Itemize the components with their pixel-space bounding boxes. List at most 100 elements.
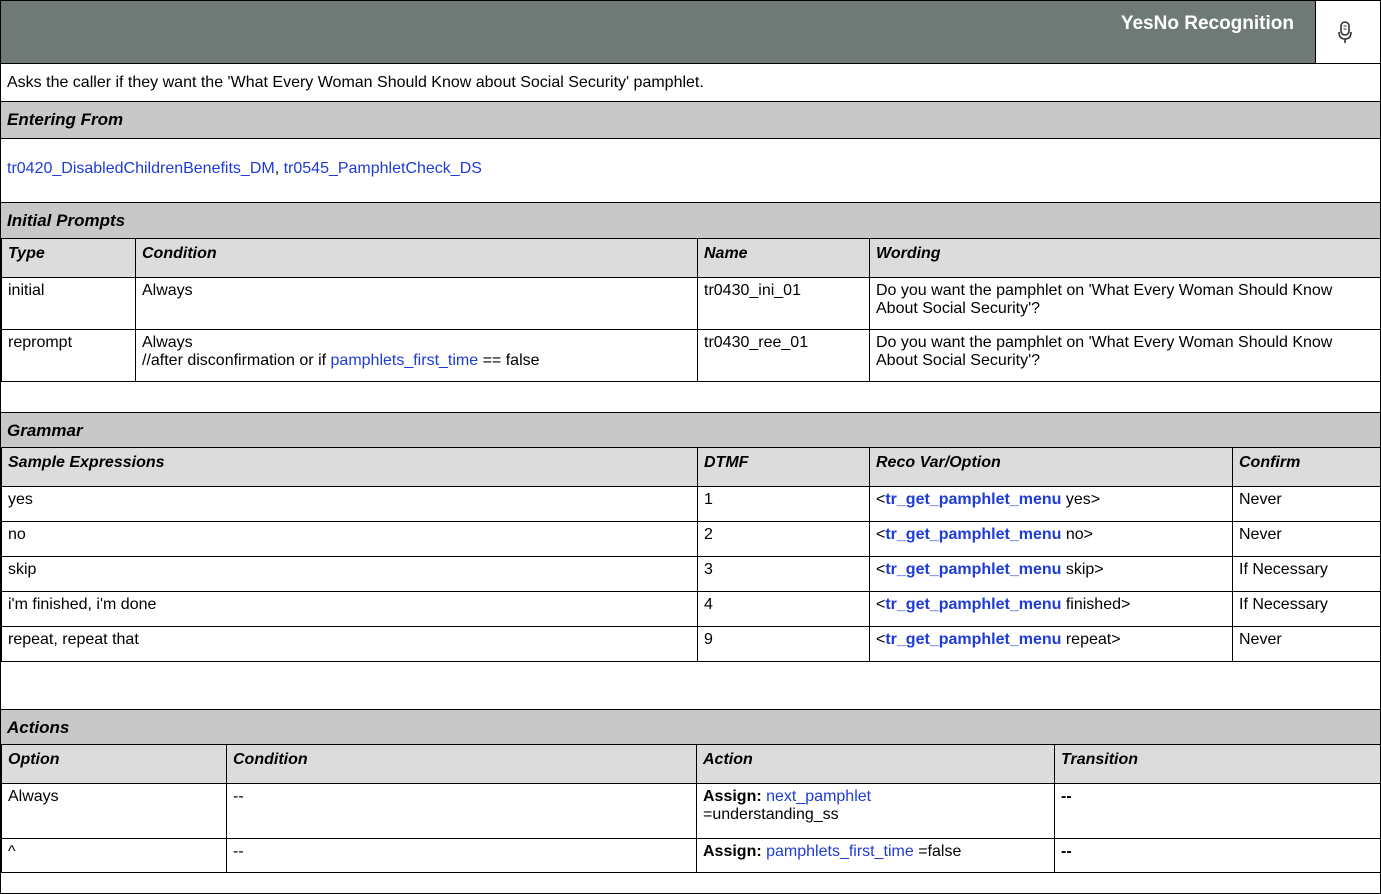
action-assign: Assign: pamphlets_first_time =false xyxy=(696,838,1055,873)
sample-expression: repeat, repeat that xyxy=(1,626,698,662)
reco-option: <tr_get_pamphlet_menu repeat> xyxy=(869,626,1233,662)
dtmf-key: 2 xyxy=(697,521,870,557)
sample-expression: yes xyxy=(1,486,698,522)
column-header: Name xyxy=(697,238,870,278)
column-header: Option xyxy=(1,744,227,784)
table-row: ^ -- Assign: pamphlets_first_time =false… xyxy=(1,838,1380,873)
option-value: yes> xyxy=(1065,491,1101,508)
column-header: Condition xyxy=(135,238,698,278)
assign-variable-link[interactable]: next_pamphlet xyxy=(766,788,871,805)
assign-label: Assign: xyxy=(703,843,762,860)
dtmf-key: 1 xyxy=(697,486,870,522)
table-row: repeat, repeat that 9 <tr_get_pamphlet_m… xyxy=(1,626,1380,662)
prompt-wording: Do you want the pamphlet on 'What Every … xyxy=(869,277,1380,330)
table-row: yes 1 <tr_get_pamphlet_menu yes> Never xyxy=(1,486,1380,522)
assign-value: =false xyxy=(913,843,962,860)
dtmf-key: 4 xyxy=(697,591,870,627)
confirm-value: If Necessary xyxy=(1232,556,1380,592)
table-header-row: Option Condition Action Transition xyxy=(1,744,1380,784)
grammar-heading: Grammar xyxy=(7,421,83,440)
initial-prompts-table: Type Condition Name Wording initial Alwa… xyxy=(1,238,1380,382)
sample-expression: no xyxy=(1,521,698,557)
reco-option: <tr_get_pamphlet_menu yes> xyxy=(869,486,1233,522)
mic-icon-box xyxy=(1315,1,1380,63)
action-condition: -- xyxy=(226,783,697,839)
reco-option: <tr_get_pamphlet_menu finished> xyxy=(869,591,1233,627)
grammar-link[interactable]: tr_get_pamphlet_menu xyxy=(885,491,1061,508)
grammar-link[interactable]: tr_get_pamphlet_menu xyxy=(885,561,1061,578)
table-row: i'm finished, i'm done 4 <tr_get_pamphle… xyxy=(1,591,1380,627)
confirm-value: Never xyxy=(1232,626,1380,662)
grammar-header: Grammar xyxy=(1,412,1380,448)
option-value: skip> xyxy=(1065,561,1104,578)
condition-text: == false xyxy=(478,352,540,369)
column-header: Type xyxy=(1,238,136,278)
prompt-type: reprompt xyxy=(1,329,136,382)
actions-header: Actions xyxy=(1,709,1380,745)
entering-from-link-1[interactable]: tr0420_DisabledChildrenBenefits_DM xyxy=(7,160,275,177)
condition-line-2: //after disconfirmation or if pamphlets_… xyxy=(142,352,691,370)
prompt-type: initial xyxy=(1,277,136,330)
entering-from-heading: Entering From xyxy=(7,110,124,129)
sample-expression: i'm finished, i'm done xyxy=(1,591,698,627)
condition-variable-link[interactable]: pamphlets_first_time xyxy=(331,352,479,369)
assign-label: Assign: xyxy=(703,788,762,805)
reco-option: <tr_get_pamphlet_menu no> xyxy=(869,521,1233,557)
assign-variable-link[interactable]: pamphlets_first_time xyxy=(766,843,914,860)
action-assign: Assign: next_pamphlet =understanding_ss xyxy=(696,783,1055,839)
description-text: Asks the caller if they want the 'What E… xyxy=(7,74,704,91)
table-row: no 2 <tr_get_pamphlet_menu no> Never xyxy=(1,521,1380,557)
option-value: no> xyxy=(1065,526,1093,543)
option-value: repeat> xyxy=(1065,631,1121,648)
dtmf-key: 3 xyxy=(697,556,870,592)
action-condition: -- xyxy=(226,838,697,873)
table-row: Always -- Assign: next_pamphlet =understa… xyxy=(1,783,1380,839)
column-header: Sample Expressions xyxy=(1,447,698,487)
grammar-link[interactable]: tr_get_pamphlet_menu xyxy=(885,526,1061,543)
column-header: Confirm xyxy=(1232,447,1380,487)
prompt-condition: Always xyxy=(135,277,698,330)
grammar-link[interactable]: tr_get_pamphlet_menu xyxy=(885,596,1061,613)
table-header-row: Type Condition Name Wording xyxy=(1,238,1380,278)
entering-from-link-2[interactable]: tr0545_PamphletCheck_DS xyxy=(284,160,482,177)
action-transition: -- xyxy=(1054,783,1380,839)
prompt-name: tr0430_ini_01 xyxy=(697,277,870,330)
page: YesNo Recognition Asks the caller if the… xyxy=(0,0,1381,894)
description-row: Asks the caller if they want the 'What E… xyxy=(1,64,1380,102)
prompt-wording: Do you want the pamphlet on 'What Every … xyxy=(869,329,1380,382)
condition-line-1: Always xyxy=(142,334,193,351)
confirm-value: If Necessary xyxy=(1232,591,1380,627)
confirm-value: Never xyxy=(1232,486,1380,522)
entering-from-links: tr0420_DisabledChildrenBenefits_DM, tr05… xyxy=(1,139,1380,203)
condition-text: //after disconfirmation or if xyxy=(142,352,331,369)
column-header: Condition xyxy=(226,744,697,784)
action-option: Always xyxy=(1,783,227,839)
column-header: DTMF xyxy=(697,447,870,487)
grammar-link[interactable]: tr_get_pamphlet_menu xyxy=(885,631,1061,648)
table-row: initial Always tr0430_ini_01 Do you want… xyxy=(1,277,1380,330)
sample-expression: skip xyxy=(1,556,698,592)
table-row: reprompt Always //after disconfirmation … xyxy=(1,329,1380,382)
prompt-name: tr0430_ree_01 xyxy=(697,329,870,382)
reco-option: <tr_get_pamphlet_menu skip> xyxy=(869,556,1233,592)
dtmf-key: 9 xyxy=(697,626,870,662)
initial-prompts-header: Initial Prompts xyxy=(1,203,1380,239)
entering-from-header: Entering From xyxy=(1,102,1380,139)
action-transition: -- xyxy=(1054,838,1380,873)
column-header: Reco Var/Option xyxy=(869,447,1233,487)
initial-prompts-heading: Initial Prompts xyxy=(7,211,126,230)
column-header: Wording xyxy=(869,238,1380,278)
option-value: finished> xyxy=(1065,596,1131,613)
prompt-condition: Always //after disconfirmation or if pam… xyxy=(135,329,698,382)
table-header-row: Sample Expressions DTMF Reco Var/Option … xyxy=(1,447,1380,487)
action-option: ^ xyxy=(1,838,227,873)
assign-value: =understanding_ss xyxy=(703,806,839,823)
header-bar: YesNo Recognition xyxy=(1,1,1380,64)
grammar-table: Sample Expressions DTMF Reco Var/Option … xyxy=(1,447,1380,662)
table-row: skip 3 <tr_get_pamphlet_menu skip> If Ne… xyxy=(1,556,1380,592)
confirm-value: Never xyxy=(1232,521,1380,557)
link-separator: , xyxy=(274,160,284,177)
microphone-icon xyxy=(1338,21,1352,43)
column-header: Action xyxy=(696,744,1055,784)
actions-table: Option Condition Action Transition Alway… xyxy=(1,744,1380,873)
